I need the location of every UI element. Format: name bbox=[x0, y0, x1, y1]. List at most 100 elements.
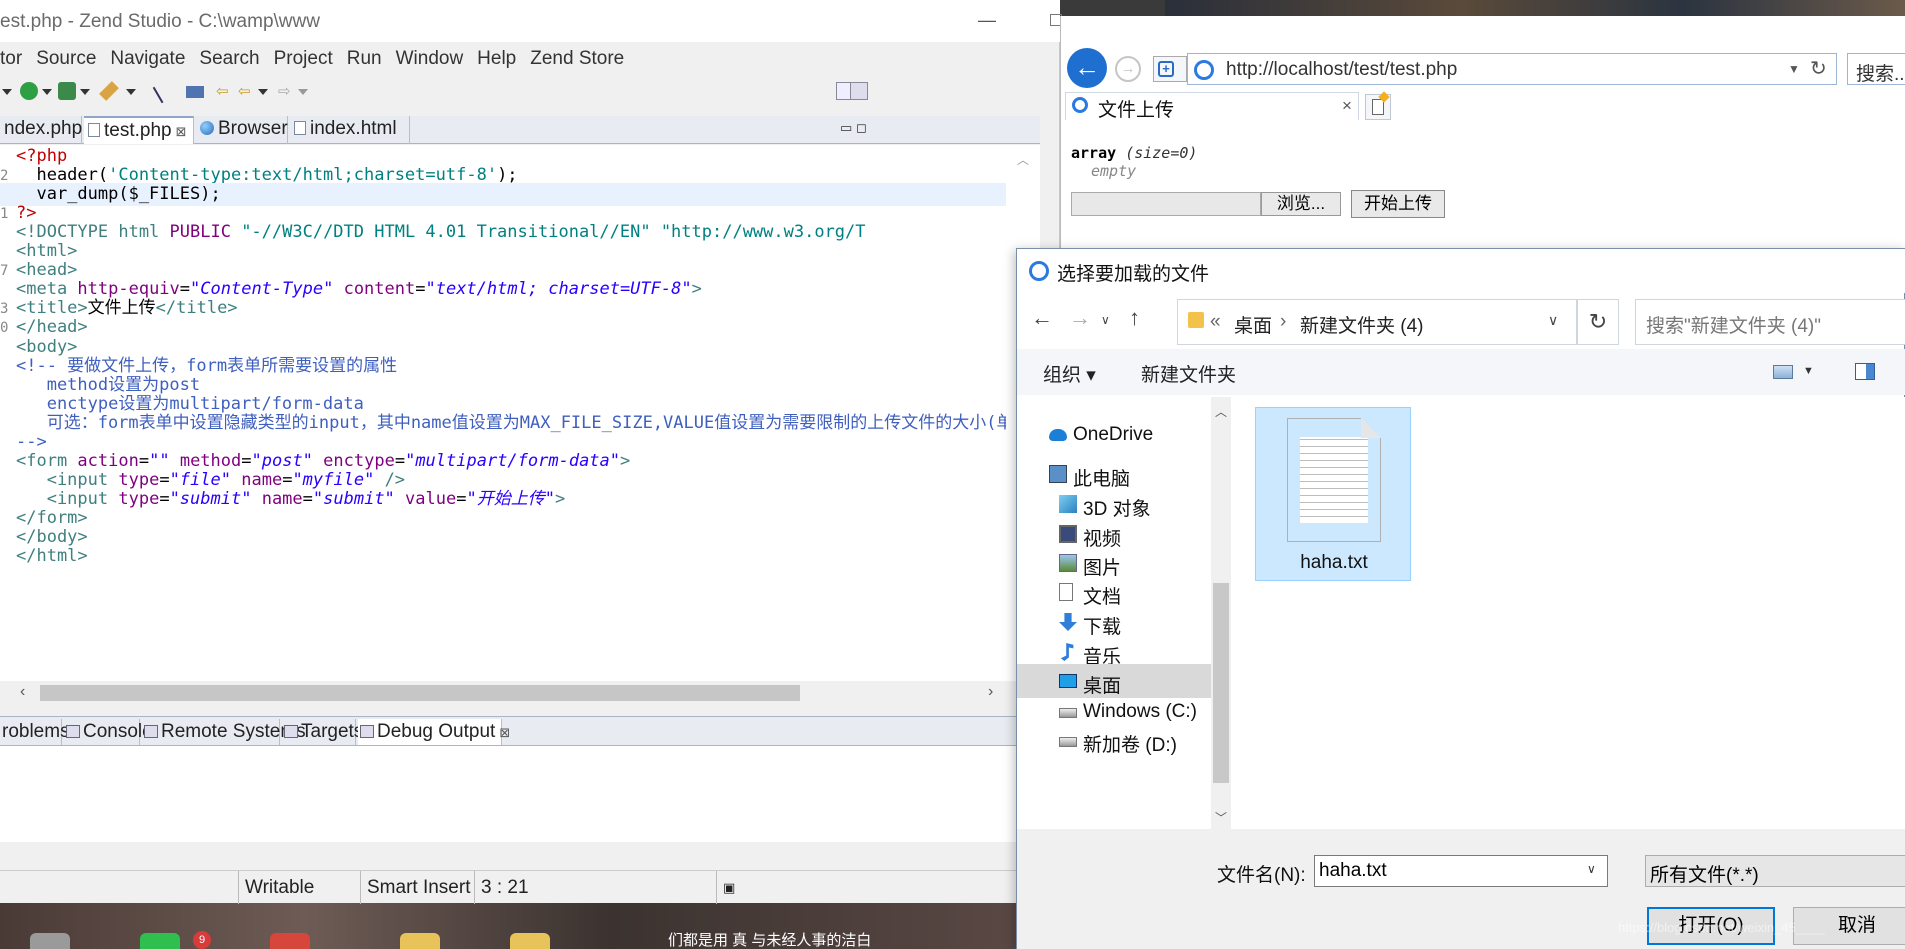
dropdown-arrow-icon[interactable] bbox=[42, 89, 52, 95]
sidebar-item[interactable]: OneDrive bbox=[1017, 417, 1211, 451]
taskbar-app-icon[interactable] bbox=[400, 933, 440, 949]
wand-icon[interactable] bbox=[99, 81, 119, 101]
taskbar-app-icon[interactable] bbox=[30, 933, 70, 949]
organize-button[interactable]: 组织 ▾ bbox=[1043, 360, 1096, 387]
forward-arrow-icon[interactable]: → bbox=[1069, 305, 1091, 331]
panel-tab[interactable]: Console bbox=[64, 719, 153, 745]
sidebar-item[interactable]: 新加卷 (D:) bbox=[1017, 723, 1211, 757]
run-icon[interactable] bbox=[20, 82, 38, 100]
forward-arrow-icon[interactable]: ⇨ bbox=[278, 82, 296, 100]
panel-tab[interactable]: roblems bbox=[0, 719, 70, 745]
minimize-panel-icon[interactable]: ▭ bbox=[840, 120, 852, 136]
scroll-right-icon[interactable]: › bbox=[988, 683, 993, 701]
refresh-button[interactable]: ↻ bbox=[1577, 299, 1619, 345]
dropdown-arrow-icon[interactable] bbox=[298, 89, 308, 95]
minimize-button[interactable]: — bbox=[978, 10, 996, 31]
code-token: <?php bbox=[16, 146, 68, 166]
dialog-search-input[interactable]: 搜索"新建文件夹 (4)" bbox=[1635, 299, 1905, 345]
forward-button[interactable]: → bbox=[1115, 56, 1141, 82]
globe-icon bbox=[200, 121, 214, 135]
taskbar-app-icon[interactable] bbox=[140, 933, 180, 949]
pen-icon[interactable] bbox=[152, 78, 178, 104]
maximize-panel-icon[interactable]: ◻ bbox=[856, 120, 867, 136]
scroll-left-icon[interactable]: ‹ bbox=[20, 683, 25, 701]
editor-tab[interactable]: ndex.php bbox=[0, 116, 82, 144]
breadcrumb[interactable]: « 桌面 › 新建文件夹 (4) ∨ bbox=[1177, 299, 1577, 345]
sidebar-item[interactable]: 桌面 bbox=[1017, 664, 1211, 698]
address-url[interactable]: http://localhost/test/test.php bbox=[1226, 59, 1457, 81]
menu-item[interactable]: Source bbox=[36, 44, 96, 74]
browser-tab[interactable]: 文件上传 × bbox=[1065, 92, 1359, 121]
panel-tab[interactable]: Remote Systems bbox=[142, 719, 306, 745]
nav-pane-scrollbar[interactable]: ︿ ﹀ bbox=[1211, 397, 1231, 829]
recent-locations-icon[interactable]: ∨ bbox=[1101, 313, 1110, 327]
compatibility-button[interactable]: + bbox=[1153, 56, 1187, 82]
new-tab-button[interactable] bbox=[1365, 91, 1391, 120]
browser-navbar: ← → + http://localhost/test/test.php ▼ ↻… bbox=[1061, 16, 1905, 88]
dropdown-arrow-icon[interactable] bbox=[80, 89, 90, 95]
scroll-thumb[interactable] bbox=[1213, 583, 1229, 783]
chevron-down-icon[interactable]: ∨ bbox=[1587, 862, 1596, 876]
refresh-icon[interactable]: ↻ bbox=[1810, 56, 1827, 81]
perspective-php-icon[interactable] bbox=[850, 82, 868, 100]
window-title: est.php - Zend Studio - C:\wamp\www bbox=[0, 11, 320, 32]
menu-item[interactable]: Navigate bbox=[110, 44, 185, 74]
breadcrumb-item-folder[interactable]: 新建文件夹 (4) bbox=[1300, 311, 1424, 338]
address-dropdown-icon[interactable]: ▼ bbox=[1788, 62, 1800, 76]
menu-item[interactable]: Run bbox=[347, 44, 382, 74]
filetype-select[interactable]: 所有文件(*.*) bbox=[1645, 855, 1905, 887]
address-bar[interactable]: http://localhost/test/test.php ▼ ↻ bbox=[1187, 53, 1837, 85]
sidebar-item[interactable]: 此电脑 bbox=[1017, 457, 1211, 491]
breadcrumb-overflow[interactable]: « bbox=[1210, 311, 1221, 333]
dropdown-arrow-icon[interactable] bbox=[126, 89, 136, 95]
menu-item[interactable]: Zend Store bbox=[530, 44, 624, 74]
filename-input[interactable]: haha.txt bbox=[1314, 855, 1608, 887]
back-arrow-icon[interactable]: ⇦ bbox=[238, 82, 256, 100]
sidebar-item[interactable]: 3D 对象 bbox=[1017, 487, 1211, 521]
back-arrow-icon[interactable]: ⇦ bbox=[216, 82, 234, 100]
dropdown-arrow-icon[interactable] bbox=[2, 89, 12, 95]
menu-item[interactable]: Window bbox=[396, 44, 464, 74]
browse-button[interactable]: 浏览... bbox=[1261, 192, 1341, 216]
debug-icon[interactable] bbox=[58, 82, 76, 100]
horizontal-scrollbar[interactable]: ‹ › bbox=[0, 681, 1006, 705]
editor-tab[interactable]: Browser bbox=[196, 116, 288, 144]
close-tab-icon[interactable]: × bbox=[1342, 96, 1352, 116]
editor-tab[interactable]: index.html bbox=[290, 116, 410, 144]
menu-item[interactable]: Search bbox=[199, 44, 259, 74]
menu-item[interactable]: tor bbox=[0, 44, 22, 74]
taskbar-app-icon[interactable] bbox=[270, 933, 310, 949]
view-dropdown-icon[interactable]: ▼ bbox=[1803, 365, 1814, 377]
editor-tab[interactable]: test.php ⊠ bbox=[84, 116, 194, 144]
scroll-up-icon[interactable]: ︿ bbox=[1215, 403, 1227, 420]
back-arrow-icon[interactable]: ← bbox=[1031, 305, 1053, 331]
folder-icon[interactable] bbox=[186, 86, 204, 98]
scroll-up-icon[interactable]: ︿ bbox=[1017, 151, 1029, 168]
editor-tab-label: test.php bbox=[104, 120, 172, 141]
breadcrumb-item-desktop[interactable]: 桌面 bbox=[1234, 311, 1272, 338]
close-icon[interactable]: ⊠ bbox=[499, 725, 510, 740]
scroll-thumb[interactable] bbox=[40, 685, 800, 701]
chevron-down-icon[interactable]: ∨ bbox=[1548, 312, 1558, 329]
file-path-field[interactable] bbox=[1071, 192, 1261, 216]
taskbar-app-icon[interactable] bbox=[510, 933, 550, 949]
scroll-down-icon[interactable]: ﹀ bbox=[1215, 809, 1227, 826]
file-item[interactable]: haha.txt bbox=[1255, 407, 1411, 581]
upload-button[interactable]: 开始上传 bbox=[1351, 190, 1445, 218]
menu-item[interactable]: Help bbox=[477, 44, 516, 74]
search-box[interactable]: 搜索... bbox=[1847, 53, 1905, 85]
panel-tab[interactable]: Targets bbox=[282, 719, 363, 745]
up-arrow-icon[interactable]: ↑ bbox=[1129, 305, 1140, 331]
close-icon[interactable]: ⊠ bbox=[176, 124, 187, 139]
sidebar-item[interactable]: 文档 bbox=[1017, 575, 1211, 609]
back-button[interactable]: ← bbox=[1067, 48, 1107, 88]
dropdown-arrow-icon[interactable] bbox=[258, 89, 268, 95]
view-options-icon[interactable] bbox=[1773, 365, 1793, 379]
sidebar-item[interactable]: 下载 bbox=[1017, 605, 1211, 639]
panel-tab[interactable]: Debug Output ⊠ bbox=[358, 719, 510, 745]
code-token: = bbox=[138, 450, 150, 471]
preview-pane-icon[interactable] bbox=[1855, 363, 1875, 380]
code-editor[interactable]: <?php 2 header('Content-type:text/html;ch… bbox=[0, 145, 1040, 681]
menu-item[interactable]: Project bbox=[274, 44, 333, 74]
new-folder-button[interactable]: 新建文件夹 bbox=[1141, 360, 1236, 387]
